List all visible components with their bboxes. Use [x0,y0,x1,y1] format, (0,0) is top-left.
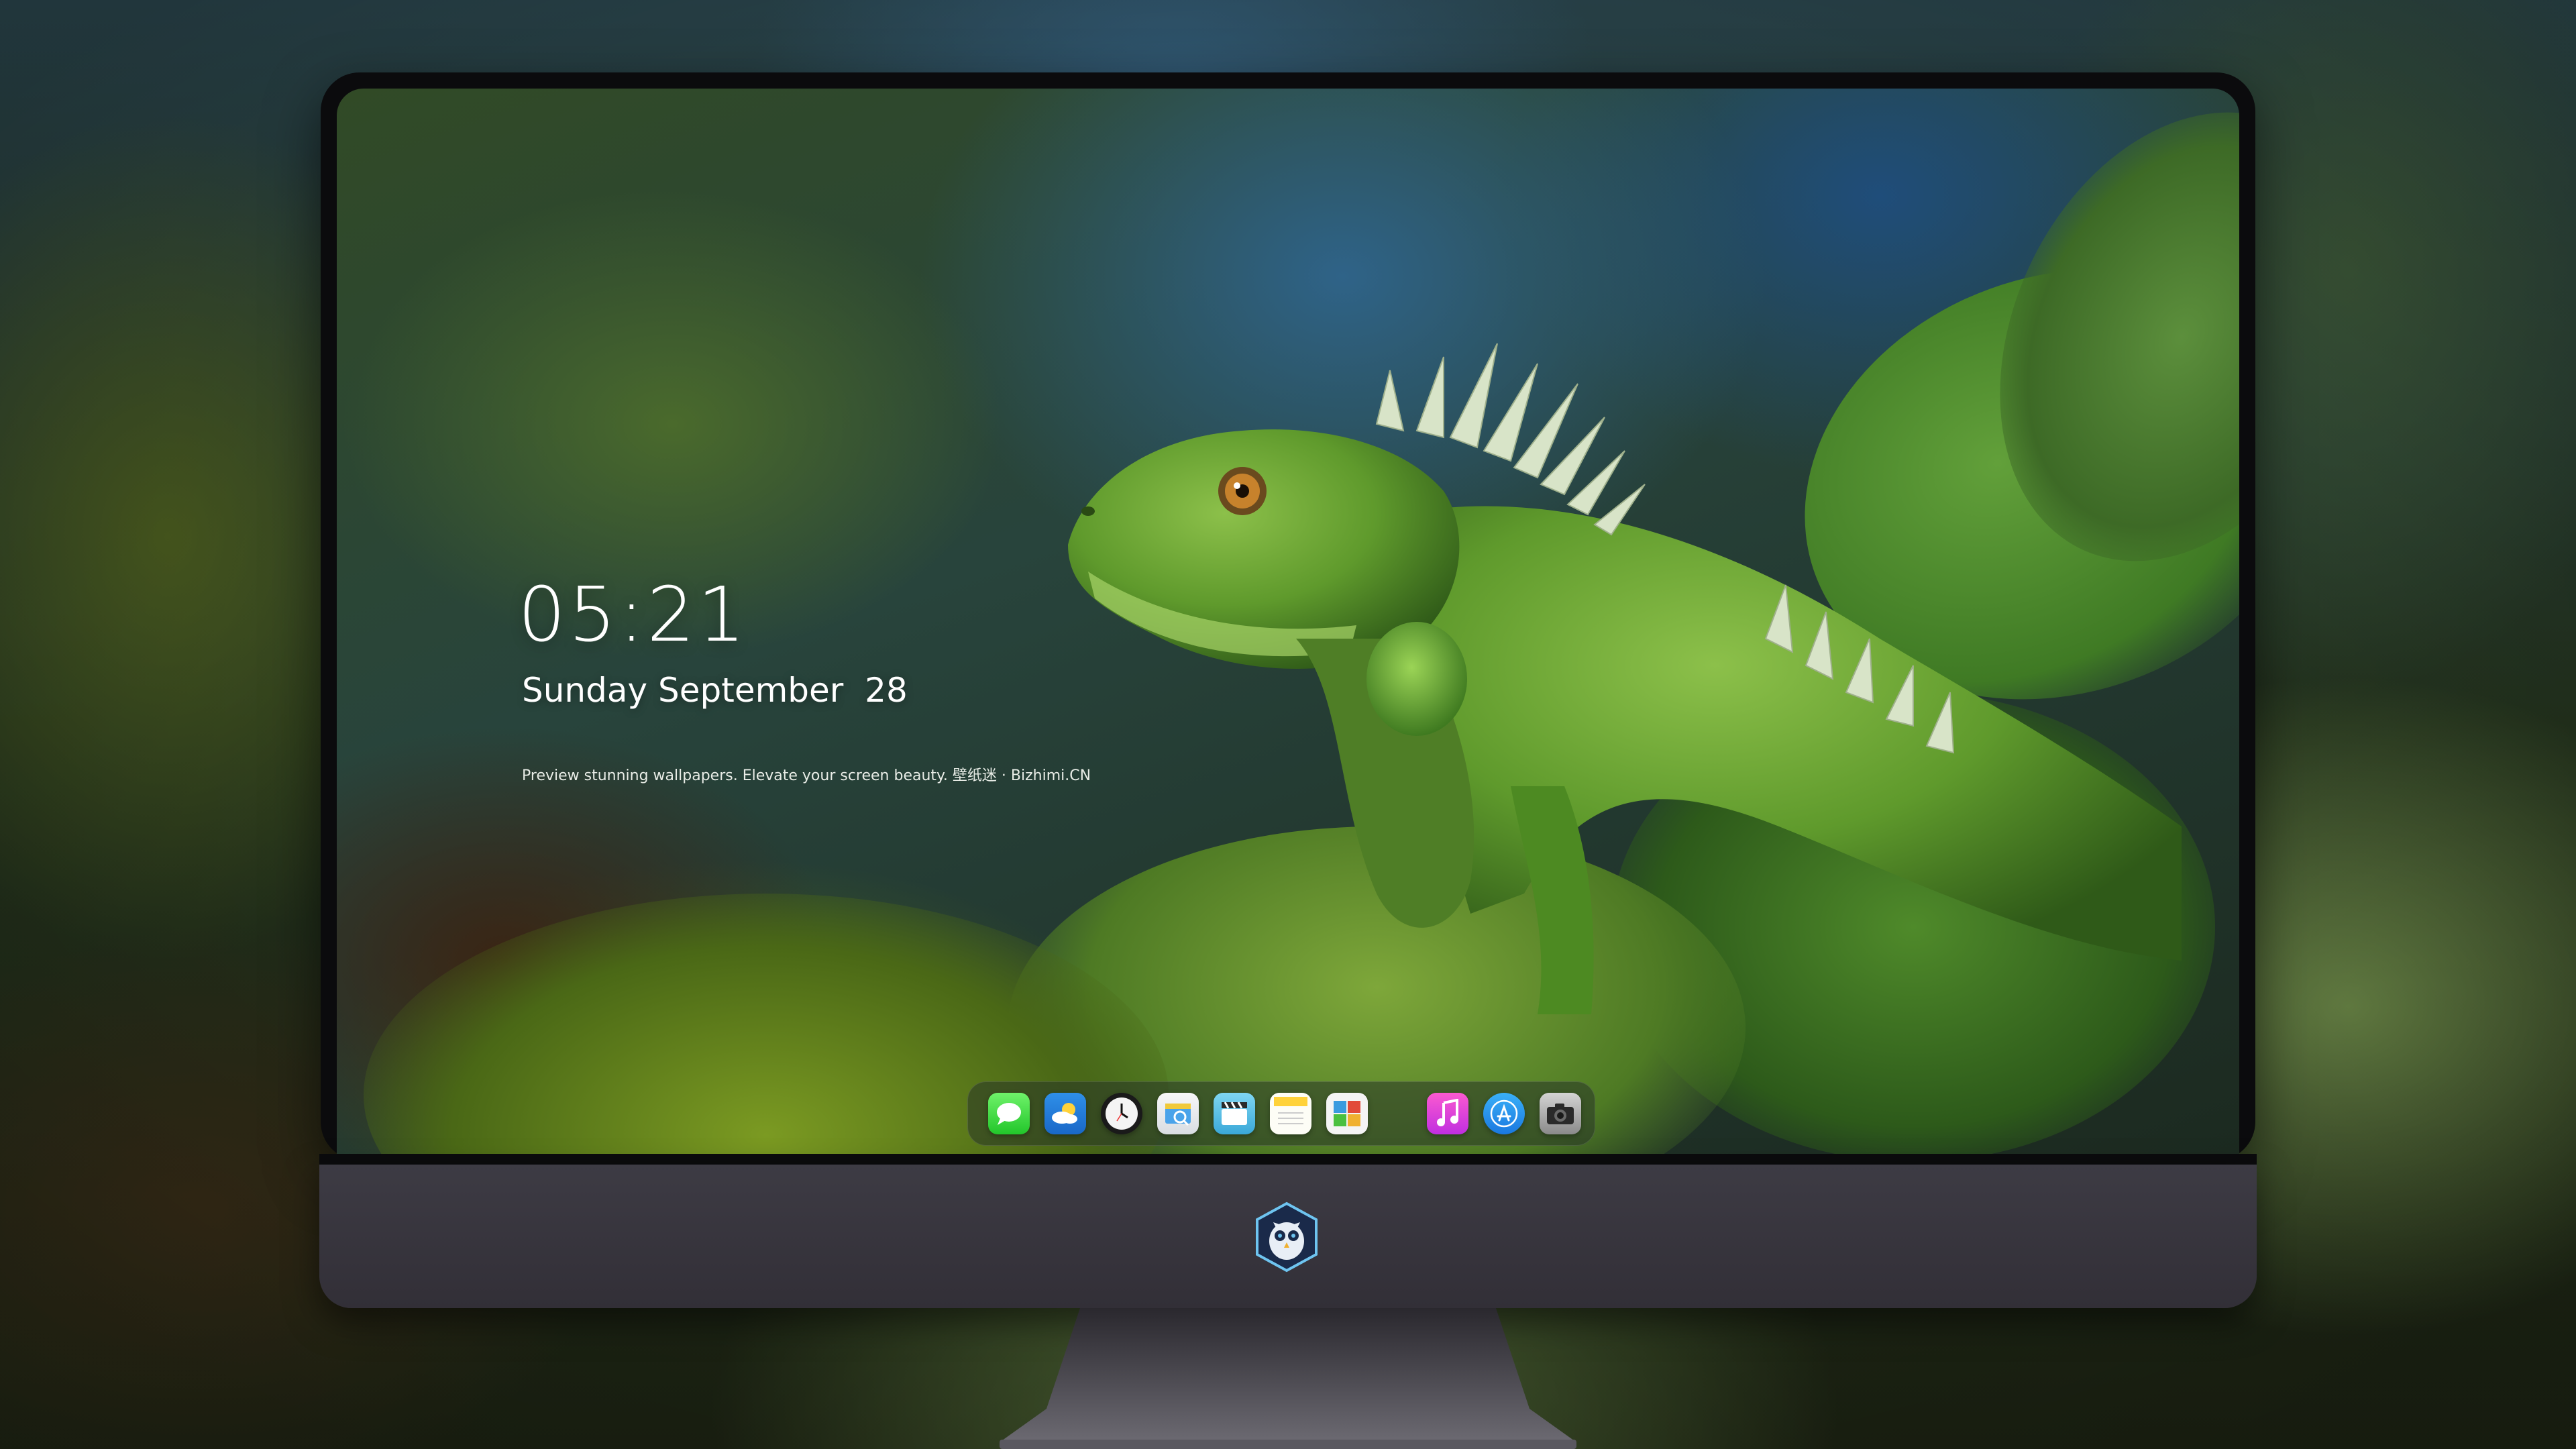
clock-icon[interactable] [1101,1093,1142,1134]
preview-icon[interactable] [1157,1093,1199,1134]
iguana-wallpaper-subject [1068,343,2182,1014]
messages-icon[interactable] [988,1093,1030,1134]
notes-icon[interactable] [1270,1093,1311,1134]
dock [967,1081,1595,1146]
weather-icon[interactable] [1044,1093,1086,1134]
desktop-screen: 05:21 Sunday September 28 Preview stunni… [337,89,2239,1154]
camera-icon[interactable] [1540,1093,1581,1134]
lockscreen-date: Sunday September 28 [522,671,908,710]
monitor-stand [1000,1308,1576,1449]
wallpaper-tagline: Preview stunning wallpapers. Elevate you… [522,767,1091,784]
app-store-icon[interactable] [1483,1093,1525,1134]
clapperboard-icon[interactable] [1214,1093,1255,1134]
screen-bottom-bezel [319,1154,2257,1165]
owl-logo-icon [1256,1201,1318,1273]
photo-booth-icon[interactable] [1326,1093,1368,1134]
lockscreen-time: 05:21 [518,572,748,659]
music-icon[interactable] [1427,1093,1468,1134]
